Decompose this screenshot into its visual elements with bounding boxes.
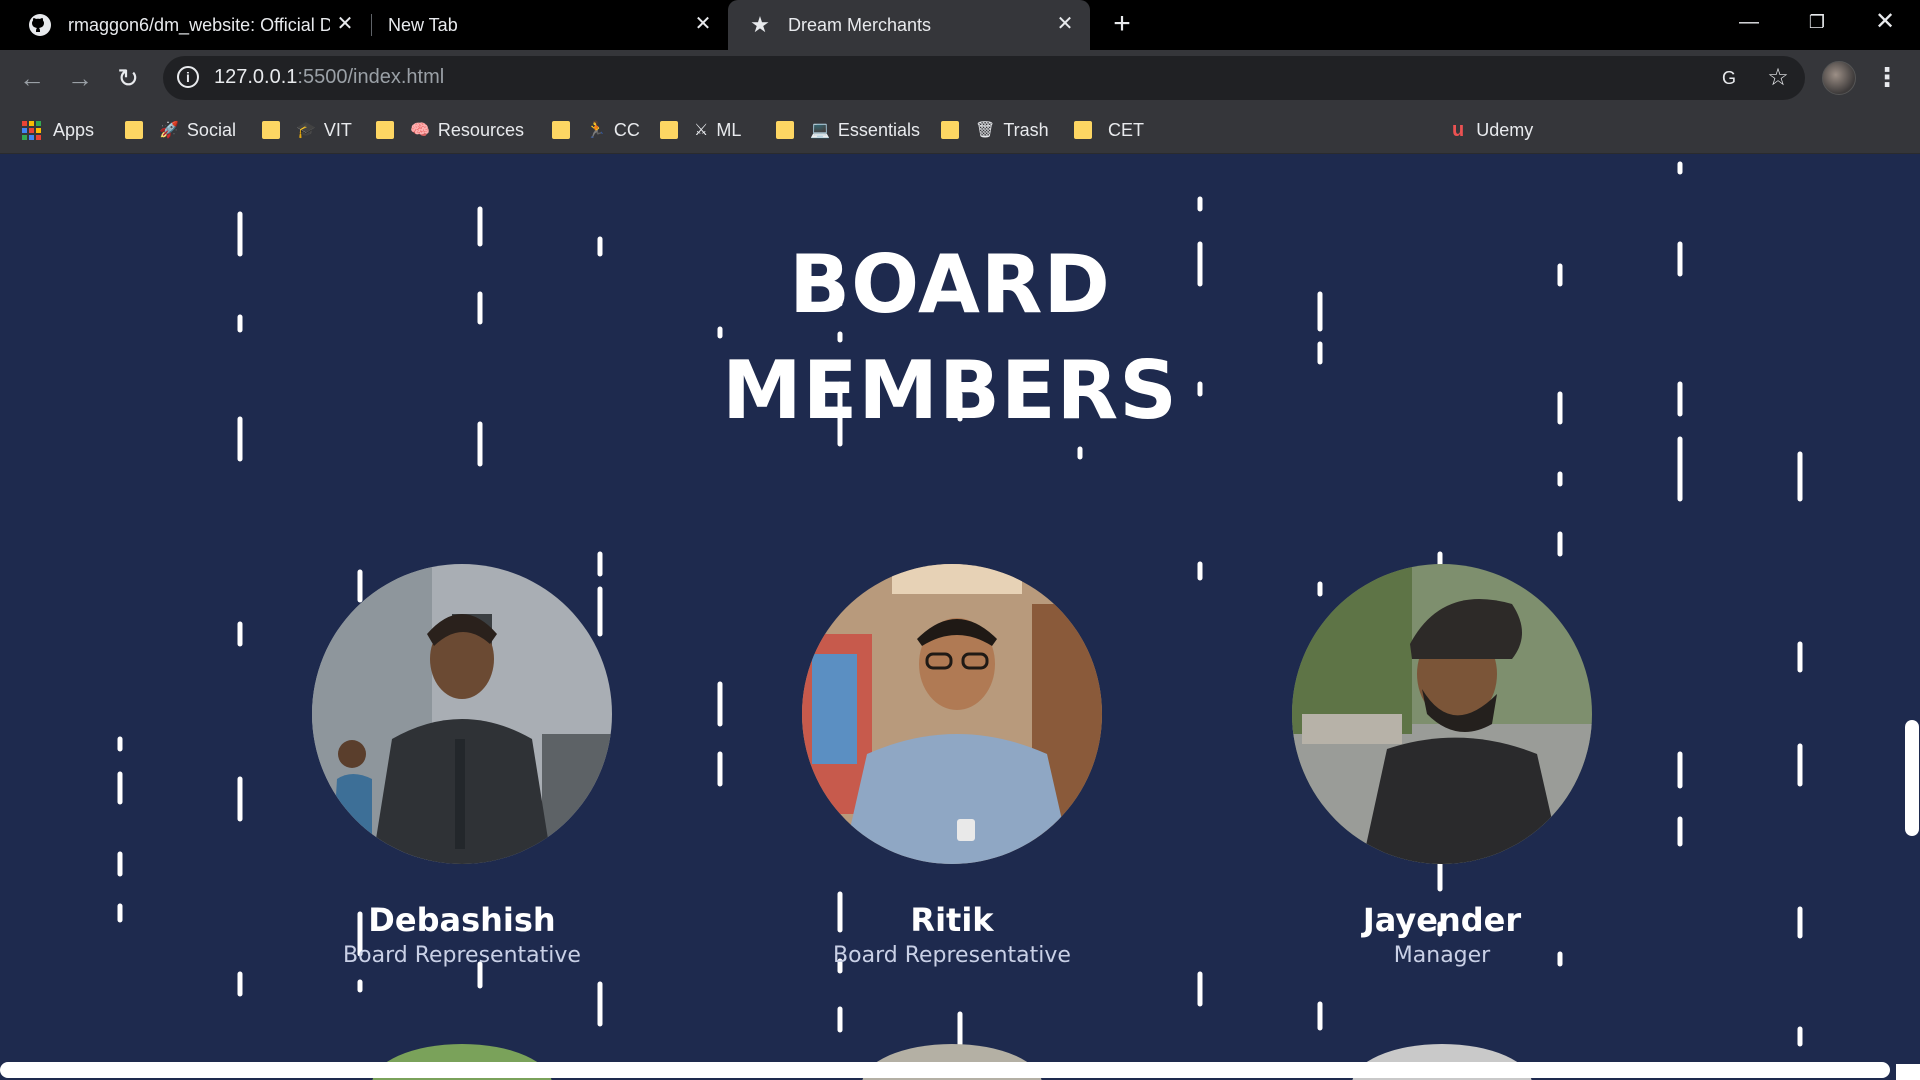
member-name: Ritik	[910, 901, 994, 939]
brain-icon: 🧠	[410, 122, 430, 139]
profile-avatar[interactable]	[1822, 61, 1856, 95]
bookmark-vit[interactable]: 🎓 VIT	[262, 116, 352, 144]
vertical-scrollbar-thumb[interactable]	[1905, 720, 1919, 836]
graduation-cap-icon: 🎓	[296, 122, 316, 139]
star-icon: ★	[750, 12, 770, 37]
tab-title: Dream Merchants	[788, 14, 932, 35]
runner-icon: 🏃	[586, 122, 606, 139]
bookmark-social[interactable]: 🚀 Social	[125, 116, 236, 144]
member-photo	[802, 564, 1102, 864]
restore-button[interactable]: ❐	[1782, 0, 1852, 44]
crossed-swords-icon: ⚔	[694, 122, 709, 139]
close-window-button[interactable]: ✕	[1850, 0, 1920, 44]
folder-icon	[262, 121, 280, 139]
tab-title: New Tab	[388, 14, 458, 35]
tab-dream-merchants[interactable]: ★ Dream Merchants ✕	[728, 0, 1090, 50]
laptop-icon: 💻	[810, 122, 830, 139]
member-name: Jayender	[1362, 901, 1522, 939]
udemy-icon: u	[1452, 118, 1465, 141]
bookmark-cet[interactable]: CET	[1074, 116, 1144, 144]
reload-button[interactable]: ↻	[110, 60, 146, 96]
page-title: BOARD MEMBERS	[722, 238, 1178, 437]
member-card: Jayender Manager	[1242, 564, 1642, 970]
bookmark-apps[interactable]: Apps	[22, 116, 94, 144]
bookmark-resources[interactable]: 🧠 Resources	[376, 116, 524, 144]
minimize-button[interactable]: —	[1714, 0, 1784, 44]
folder-icon	[941, 121, 959, 139]
folder-icon	[376, 121, 394, 139]
member-role: Manager	[1393, 943, 1491, 968]
member-card: Ritik Board Representative	[752, 564, 1152, 970]
scrollbar-corner	[1896, 1064, 1920, 1080]
apps-grid-icon	[22, 120, 41, 140]
horizontal-scrollbar[interactable]	[0, 1062, 1890, 1078]
address-bar[interactable]: i 127.0.0.1:5500/index.html G ☆	[163, 56, 1805, 100]
menu-icon[interactable]: ⋮	[1872, 62, 1902, 94]
member-name: Debashish	[368, 901, 556, 939]
new-tab-button[interactable]: +	[1107, 9, 1137, 40]
member-role: Board Representative	[833, 943, 1071, 968]
member-photo	[312, 564, 612, 864]
tab-github[interactable]: rmaggon6/dm_website: Official D ✕	[0, 0, 370, 50]
member-photo	[1292, 564, 1592, 864]
trash-icon: 🗑	[975, 122, 996, 139]
close-tab-icon[interactable]: ✕	[692, 13, 714, 35]
bookmark-trash[interactable]: 🗑 Trash	[941, 116, 1049, 144]
url-text[interactable]: 127.0.0.1:5500/index.html	[214, 66, 444, 89]
back-button[interactable]: ←	[14, 60, 50, 96]
forward-button[interactable]: →	[62, 60, 98, 96]
browser-toolbar: ← → ↻ i 127.0.0.1:5500/index.html G ☆ ⋮	[0, 50, 1920, 106]
folder-icon	[776, 121, 794, 139]
site-info-icon[interactable]: i	[177, 66, 199, 88]
bookmark-udemy[interactable]: u Udemy	[1452, 116, 1533, 144]
tab-new-tab[interactable]: New Tab ✕	[372, 0, 728, 50]
folder-icon	[660, 121, 678, 139]
bookmark-essentials[interactable]: 💻 Essentials	[776, 116, 920, 144]
github-icon	[28, 13, 52, 37]
bookmark-ml[interactable]: ⚔ ML	[660, 116, 741, 144]
folder-icon	[1074, 121, 1092, 139]
page-viewport: BOARD MEMBERS Debashish Board Representa…	[0, 154, 1920, 1080]
translate-icon[interactable]: G	[1715, 64, 1743, 92]
rocket-icon: 🚀	[159, 122, 179, 139]
tab-strip: rmaggon6/dm_website: Official D ✕ New Ta…	[0, 0, 1920, 50]
member-card: Debashish Board Representative	[262, 564, 662, 970]
member-role: Board Representative	[343, 943, 581, 968]
tab-title: rmaggon6/dm_website: Official D	[68, 14, 330, 35]
bookmark-cc[interactable]: 🏃 CC	[552, 116, 640, 144]
bookmarks-bar: Apps 🚀 Social 🎓 VIT 🧠 Resources 🏃 CC ⚔ ML 💻 Es…	[0, 106, 1920, 244]
close-tab-icon[interactable]: ✕	[334, 13, 356, 35]
folder-icon	[125, 121, 143, 139]
close-tab-icon[interactable]: ✕	[1054, 13, 1076, 35]
folder-icon	[552, 121, 570, 139]
bookmark-star-icon[interactable]: ☆	[1764, 64, 1792, 92]
